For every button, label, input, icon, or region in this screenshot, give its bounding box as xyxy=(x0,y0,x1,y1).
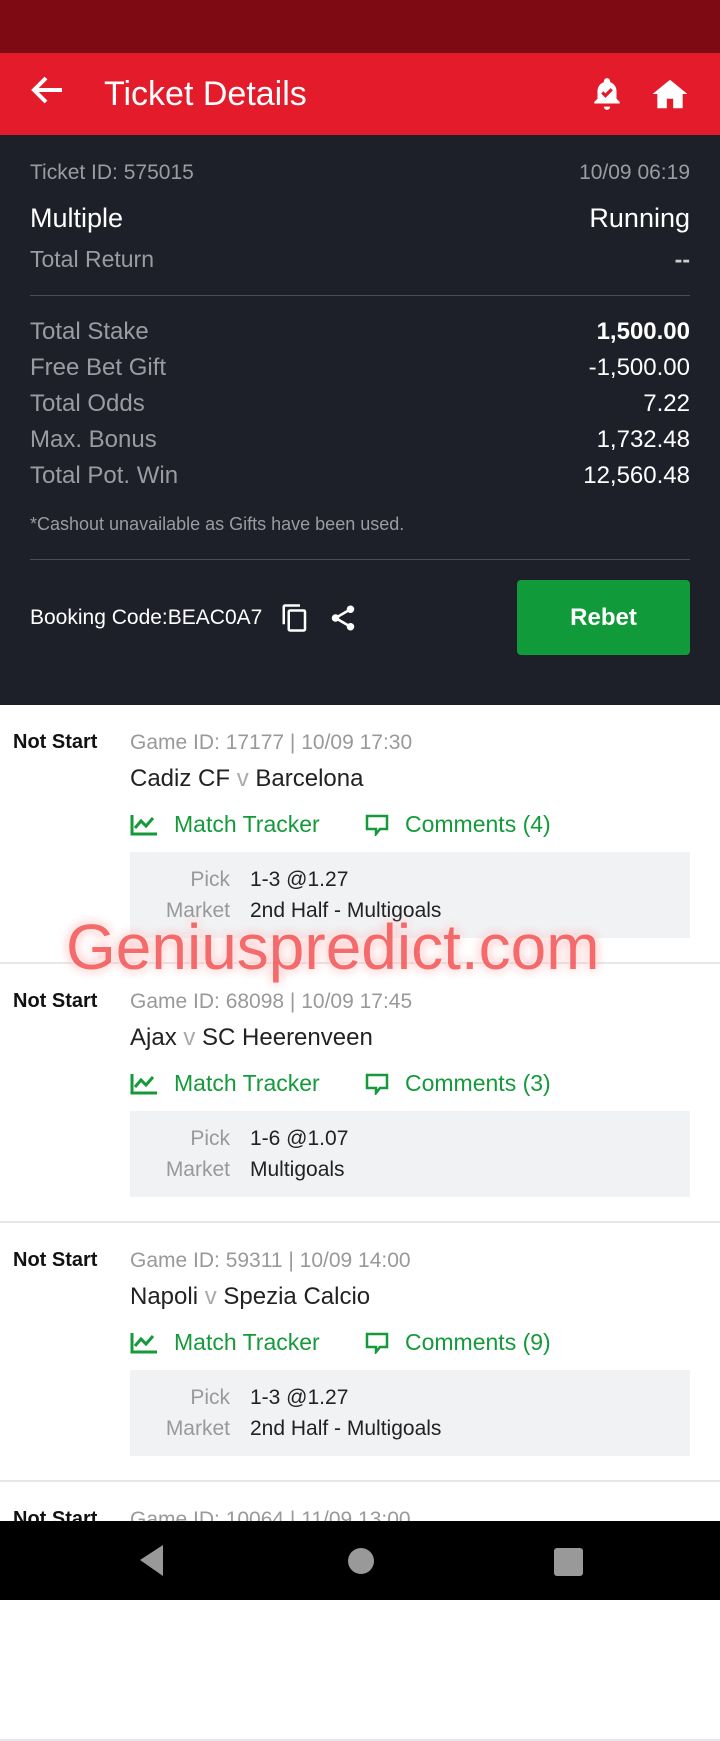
comments-link[interactable]: Comments (9) xyxy=(365,1329,551,1356)
comment-icon xyxy=(365,1332,389,1354)
selection-box: Pick 1-6 @1.07 Market Multigoals xyxy=(130,1111,690,1197)
game-status: Not Start xyxy=(13,731,98,753)
arrow-left-icon xyxy=(31,76,62,103)
game-item: Not Start Game ID: 59311 | 10/09 14:00 Nap… xyxy=(0,1223,720,1482)
page-title: Ticket Details xyxy=(104,74,307,113)
summary-row: Total Odds 7.22 xyxy=(30,386,690,422)
nav-recents-button[interactable] xyxy=(554,1548,583,1576)
comment-icon xyxy=(365,814,389,836)
rebet-button[interactable]: Rebet xyxy=(517,580,690,655)
summary-row: Free Bet Gift -1,500.00 xyxy=(30,350,690,386)
home-team: Ajax xyxy=(130,1024,177,1051)
chart-line-icon xyxy=(130,1073,157,1094)
game-id: Game ID: 59311 | 10/09 14:00 xyxy=(130,1249,411,1272)
pick-value: 1-3 @1.27 xyxy=(250,1386,349,1409)
app-header: Ticket Details xyxy=(0,53,720,135)
game-id: Game ID: 68098 | 10/09 17:45 xyxy=(130,990,413,1013)
total-return-label: Total Return xyxy=(30,246,155,272)
nav-home-button[interactable] xyxy=(348,1548,374,1574)
copy-icon[interactable] xyxy=(280,602,310,634)
market-label: Market xyxy=(165,1158,230,1181)
match-tracker-label: Match Tracker xyxy=(174,1329,320,1355)
game-status: Not Start xyxy=(13,990,98,1012)
summary-label: Total Odds xyxy=(30,390,145,417)
summary-value: 1,732.48 xyxy=(596,426,690,453)
match-tracker-link[interactable]: Match Tracker xyxy=(130,1329,365,1356)
summary-label: Free Bet Gift xyxy=(30,354,167,381)
market-label: Market xyxy=(165,1417,230,1440)
market-value: 2nd Half - Multigoals xyxy=(250,1417,442,1440)
share-icon[interactable] xyxy=(328,603,358,633)
away-team: Barcelona xyxy=(255,765,364,792)
summary-row: Total Stake 1,500.00 xyxy=(30,314,690,350)
ticket-id: Ticket ID: 575015 xyxy=(30,161,194,184)
home-team: Napoli xyxy=(130,1283,199,1310)
comments-label: Comments (4) xyxy=(405,811,551,837)
game-id: Game ID: 17177 | 10/09 17:30 xyxy=(130,731,413,754)
pick-label: Pick xyxy=(190,868,230,891)
comments-label: Comments (3) xyxy=(405,1070,551,1096)
chart-line-icon xyxy=(130,814,157,835)
pick-label: Pick xyxy=(190,1127,230,1150)
comments-label: Comments (9) xyxy=(405,1329,551,1355)
back-button[interactable] xyxy=(30,75,80,114)
comment-icon xyxy=(365,1073,389,1095)
versus: v xyxy=(236,765,249,792)
summary-row: Total Pot. Win 12,560.48 xyxy=(30,458,690,494)
away-team: SC Heerenveen xyxy=(202,1024,373,1051)
game-item: Not Start Game ID: 68098 | 10/09 17:45 Aja… xyxy=(0,964,720,1223)
pick-value: 1-3 @1.27 xyxy=(250,868,349,891)
game-status: Not Start xyxy=(13,1249,98,1271)
android-nav-bar xyxy=(0,1521,720,1600)
summary-label: Max. Bonus xyxy=(30,426,157,453)
match-tracker-link[interactable]: Match Tracker xyxy=(130,811,365,838)
bet-type: Multiple xyxy=(30,203,124,233)
match-teams: Cadiz CF v Barcelona xyxy=(130,765,690,793)
summary-label: Total Pot. Win xyxy=(30,462,179,489)
summary-row: Max. Bonus 1,732.48 xyxy=(30,422,690,458)
booking-code: Booking Code:BEAC0A7 xyxy=(30,605,263,629)
bell-check-icon[interactable] xyxy=(588,75,626,113)
home-icon[interactable] xyxy=(650,75,690,113)
selection-box: Pick 1-3 @1.27 Market 2nd Half - Multigoals xyxy=(130,1370,690,1456)
match-tracker-link[interactable]: Match Tracker xyxy=(130,1070,365,1097)
nav-back-button[interactable] xyxy=(140,1545,163,1576)
match-tracker-label: Match Tracker xyxy=(174,811,320,837)
away-team: Spezia Calcio xyxy=(223,1283,371,1310)
versus: v xyxy=(204,1283,217,1310)
market-value: Multigoals xyxy=(250,1158,345,1181)
status-bar xyxy=(0,0,720,53)
comments-link[interactable]: Comments (3) xyxy=(365,1070,551,1097)
total-return-value: -- xyxy=(674,246,690,272)
summary-label: Total Stake xyxy=(30,318,149,345)
ticket-datetime: 10/09 06:19 xyxy=(579,161,690,184)
match-teams: Ajax v SC Heerenveen xyxy=(130,1024,690,1052)
chart-line-icon xyxy=(130,1332,157,1353)
watermark: Geniuspredict.com xyxy=(66,911,600,983)
summary-value: 12,560.48 xyxy=(583,462,690,489)
versus: v xyxy=(183,1024,196,1051)
ticket-status: Running xyxy=(589,203,690,233)
cashout-note: *Cashout unavailable as Gifts have been … xyxy=(30,514,405,534)
comments-link[interactable]: Comments (4) xyxy=(365,811,551,838)
home-team: Cadiz CF xyxy=(130,765,231,792)
pick-value: 1-6 @1.07 xyxy=(250,1127,349,1150)
summary-value: 7.22 xyxy=(643,390,690,417)
summary-value: -1,500.00 xyxy=(588,354,690,381)
match-tracker-label: Match Tracker xyxy=(174,1070,320,1096)
summary-value: 1,500.00 xyxy=(596,318,690,345)
pick-label: Pick xyxy=(190,1386,230,1409)
match-teams: Napoli v Spezia Calcio xyxy=(130,1283,690,1311)
ticket-summary: Ticket ID: 575015 10/09 06:19 Multiple Run… xyxy=(0,135,720,705)
